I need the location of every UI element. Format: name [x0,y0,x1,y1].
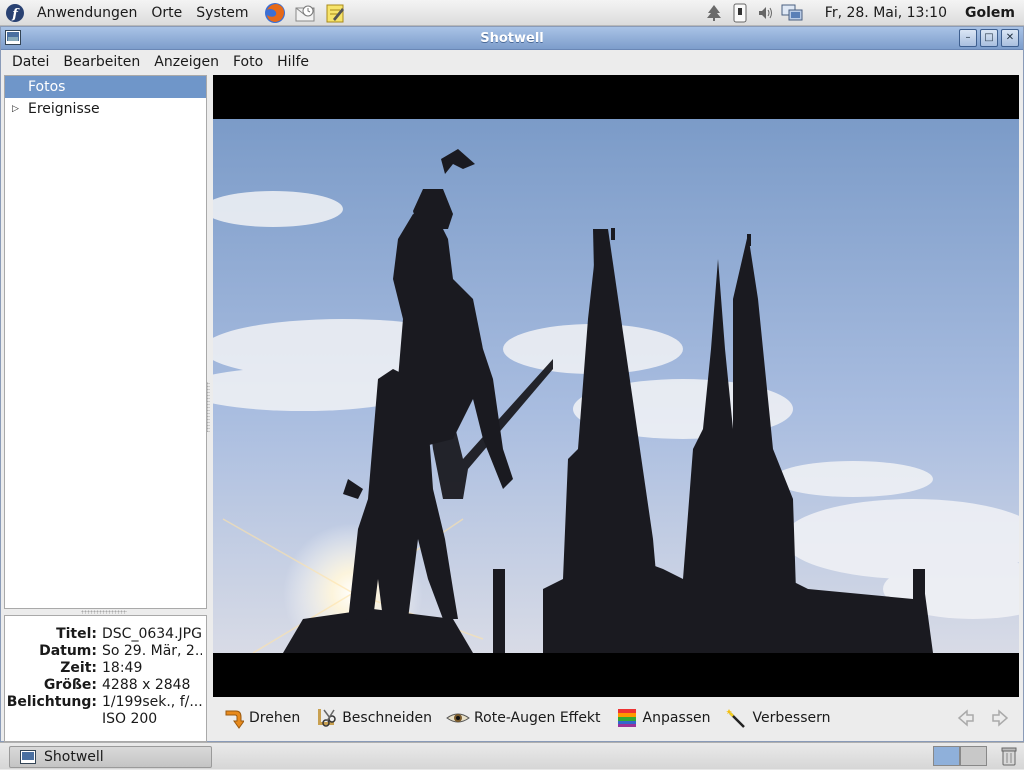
window-title: Shotwell [480,30,544,46]
taskbar-item-shotwell[interactable]: Shotwell [9,746,212,768]
sidebar-resize-grip[interactable] [206,382,210,432]
applications-menu[interactable]: Anwendungen [30,5,144,21]
crop-scissors-icon [314,706,338,730]
info-label: Größe: [43,677,97,693]
info-label: Datum: [39,643,97,659]
info-value: So 29. Mär, 2... [102,643,202,659]
rotate-icon [221,706,245,730]
pane-resize-grip[interactable] [81,610,127,614]
enhance-button[interactable]: Verbessern [725,706,831,730]
photo-viewer[interactable] [213,75,1019,697]
info-label: Zeit: [60,660,97,676]
rotate-button[interactable]: Drehen [221,706,300,730]
firefox-icon[interactable] [264,2,286,23]
sidebar-item-label: Ereignisse [28,101,100,117]
bottom-panel: Shotwell [0,742,1024,769]
adjust-label: Anpassen [642,710,711,726]
places-menu[interactable]: Orte [144,5,189,21]
window-icon[interactable] [5,30,21,45]
menu-foto[interactable]: Foto [226,54,270,70]
redeye-label: Rote-Augen Effekt [474,710,601,726]
shotwell-window: Shotwell – □ ✕ Datei Bearbeiten Anzeigen… [0,26,1024,742]
info-row-date: Datum: So 29. Mär, 2... [5,643,206,660]
eye-icon [446,706,470,730]
evolution-mail-icon[interactable] [294,3,316,23]
arrow-left-icon [957,709,974,727]
clock[interactable]: Fr, 28. Mai, 13:10 [825,5,947,21]
workspace-2[interactable] [960,746,987,766]
photo-image[interactable] [213,119,1019,653]
top-panel: f Anwendungen Orte System Fr, 28. Mai, 1… [0,0,1024,26]
workspace-switcher[interactable] [933,746,987,766]
adjust-button[interactable]: Anpassen [615,706,711,730]
info-label: Belichtung: [6,694,97,710]
crop-label: Beschneiden [342,710,433,726]
previous-photo-button[interactable] [953,706,977,730]
info-row-exposure: Belichtung: 1/199sek., f/... [5,694,206,711]
sidebar: Fotos ▷ Ereignisse [4,75,207,609]
info-value: 4288 x 2848 [102,677,191,693]
info-row-title: Titel: DSC_0634.JPG [5,626,206,643]
enhance-label: Verbessern [752,710,831,726]
info-value: 18:49 [102,660,143,676]
photo-toolbar: Drehen Beschneiden Rote-Augen Effekt Anp… [213,701,1019,735]
info-value: ISO 200 [102,711,158,727]
info-value: DSC_0634.JPG [102,626,202,642]
info-label: Titel: [56,626,97,642]
user-menu[interactable]: Golem [965,5,1015,21]
menu-datei[interactable]: Datei [5,54,56,70]
crop-button[interactable]: Beschneiden [314,706,432,730]
minimize-button[interactable]: – [959,29,977,47]
info-row-iso: ISO 200 [5,711,206,728]
workspace-1[interactable] [933,746,960,766]
info-value: 1/199sek., f/... [102,694,202,710]
menu-anzeigen[interactable]: Anzeigen [147,54,226,70]
next-photo-button[interactable] [989,706,1013,730]
network-icon[interactable] [781,3,803,23]
system-menu[interactable]: System [189,5,255,21]
shotwell-app-icon [20,750,36,764]
trash-icon[interactable] [999,746,1019,766]
arrow-right-icon [992,709,1009,727]
info-label [5,711,102,728]
redeye-button[interactable]: Rote-Augen Effekt [446,706,601,730]
tree-update-icon[interactable] [703,3,725,23]
info-row-size: Größe: 4288 x 2848 [5,677,206,694]
info-row-time: Zeit: 18:49 [5,660,206,677]
sidebar-item-fotos[interactable]: Fotos [5,76,206,98]
fedora-logo-icon[interactable]: f [4,3,26,23]
close-button[interactable]: ✕ [1001,29,1019,47]
magic-wand-icon [725,706,749,730]
menubar: Datei Bearbeiten Anzeigen Foto Hilfe [1,50,1023,74]
sidebar-item-label: Fotos [28,79,66,95]
text-editor-icon[interactable] [324,3,346,23]
sidebar-item-ereignisse[interactable]: ▷ Ereignisse [5,98,206,120]
taskbar-item-label: Shotwell [44,749,104,765]
photo-info-panel: Titel: DSC_0634.JPG Datum: So 29. Mär, 2..… [4,615,207,742]
menu-bearbeiten[interactable]: Bearbeiten [56,54,147,70]
window-titlebar[interactable]: Shotwell – □ ✕ [1,27,1023,50]
rotate-label: Drehen [249,710,301,726]
color-adjust-icon [615,706,639,730]
volume-icon[interactable] [755,3,777,23]
expander-arrow-icon[interactable]: ▷ [12,98,19,120]
removable-device-icon[interactable] [729,3,751,23]
menu-hilfe[interactable]: Hilfe [270,54,316,70]
maximize-button[interactable]: □ [980,29,998,47]
